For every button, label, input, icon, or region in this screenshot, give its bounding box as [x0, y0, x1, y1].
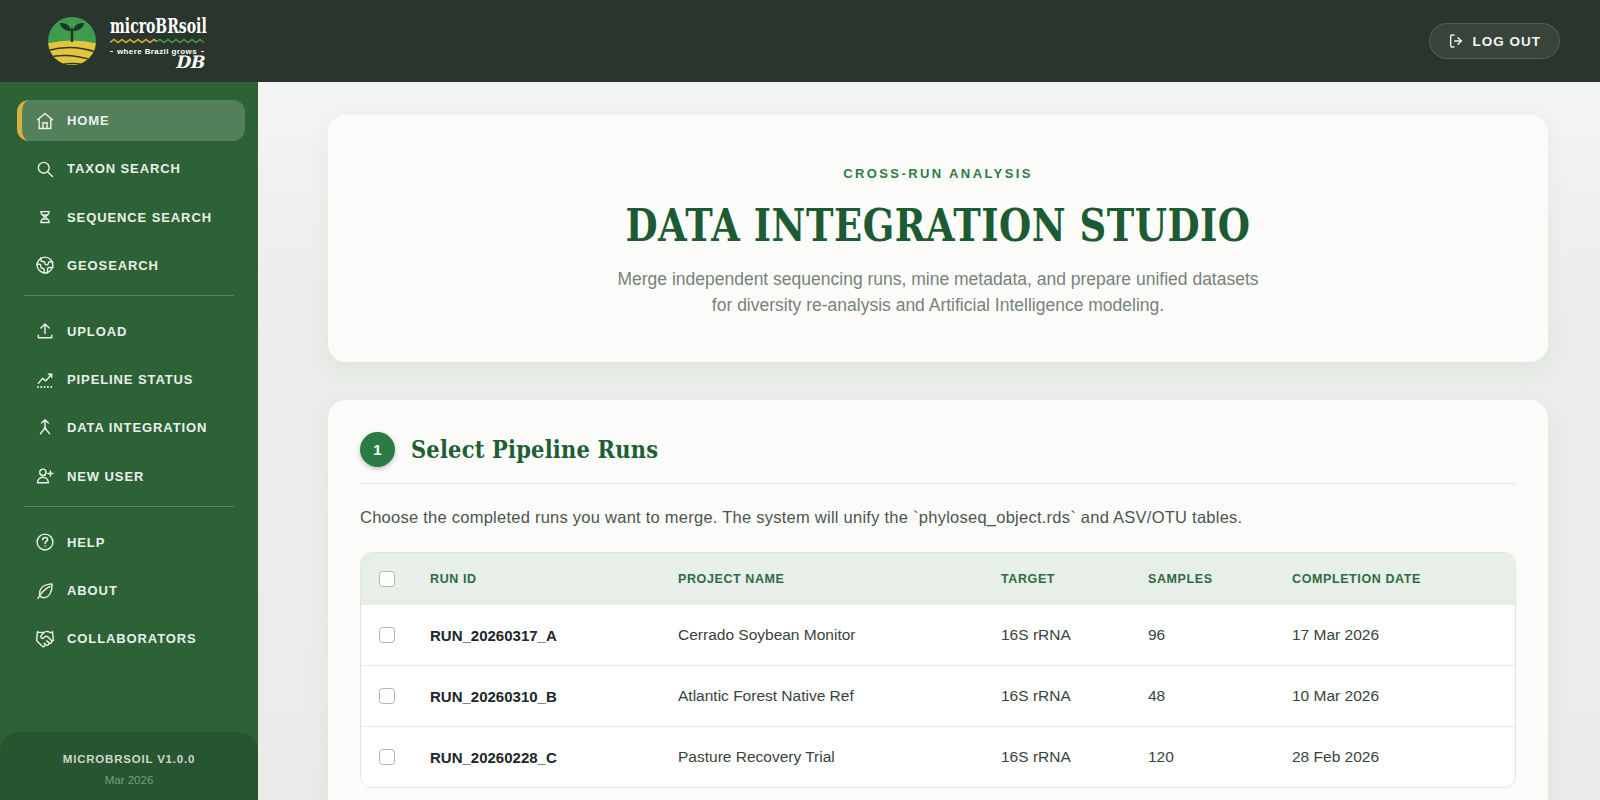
divider: [360, 483, 1516, 484]
handshake-icon: [35, 629, 55, 649]
globe-icon: [35, 255, 55, 275]
upload-icon: [35, 321, 55, 341]
sidebar-item-geosearch[interactable]: GEOSEARCH: [17, 245, 245, 286]
hero-kicker: CROSS-RUN ANALYSIS: [328, 167, 1548, 181]
sidebar-item-label: ABOUT: [67, 583, 118, 598]
user-plus-icon: [35, 466, 55, 486]
leaf-icon: [35, 581, 55, 601]
run-samples: 120: [1132, 748, 1276, 766]
sidebar-item-help[interactable]: HELP: [17, 522, 245, 563]
sidebar-item-label: GEOSEARCH: [67, 258, 159, 273]
sidebar-divider: [24, 506, 234, 507]
run-id: RUN_20260310_B: [414, 688, 662, 705]
run-id: RUN_20260228_C: [414, 749, 662, 766]
sidebar-item-label: HELP: [67, 535, 105, 550]
run-project: Cerrado Soybean Monitor: [662, 626, 985, 644]
sidebar-item-data-integration[interactable]: DATA INTEGRATION: [17, 407, 245, 448]
top-bar: microBRsoil where Brazil grows DB LOG OU…: [0, 0, 1600, 82]
logo-wave: [110, 38, 204, 44]
search-icon: [35, 159, 55, 179]
run-target: 16S rRNA: [985, 748, 1132, 766]
chart-icon: [35, 370, 55, 390]
run-date: 28 Feb 2026: [1276, 748, 1515, 766]
col-project-name: PROJECT NAME: [662, 572, 985, 586]
sidebar-item-label: TAXON SEARCH: [67, 161, 181, 176]
sidebar-item-label: HOME: [67, 113, 110, 128]
run-project: Pasture Recovery Trial: [662, 748, 985, 766]
run-target: 16S rRNA: [985, 687, 1132, 705]
step-title: Select Pipeline Runs: [411, 435, 658, 463]
step-description: Choose the completed runs you want to me…: [360, 509, 1516, 526]
help-icon: [35, 532, 55, 552]
run-checkbox[interactable]: [379, 749, 395, 765]
col-completion-date: COMPLETION DATE: [1276, 572, 1515, 586]
logout-label: LOG OUT: [1473, 34, 1542, 49]
page-title: DATA INTEGRATION STUDIO: [328, 198, 1548, 252]
app-logo: microBRsoil where Brazil grows DB: [47, 13, 204, 69]
select-all-checkbox[interactable]: [379, 571, 395, 587]
col-samples: SAMPLES: [1132, 572, 1276, 586]
step-header: 1 Select Pipeline Runs: [360, 432, 1516, 467]
brand-db: DB: [175, 55, 204, 69]
sidebar-item-about[interactable]: ABOUT: [17, 570, 245, 611]
col-run-id: RUN ID: [414, 572, 662, 586]
main-content: CROSS-RUN ANALYSIS DATA INTEGRATION STUD…: [258, 82, 1600, 800]
sidebar-item-label: PIPELINE STATUS: [67, 372, 193, 387]
sidebar-item-label: NEW USER: [67, 469, 144, 484]
run-checkbox[interactable]: [379, 688, 395, 704]
hero-subtitle: Merge independent sequencing runs, mine …: [328, 266, 1548, 318]
sidebar-item-pipeline-status[interactable]: PIPELINE STATUS: [17, 359, 245, 400]
runs-table: RUN ID PROJECT NAME TARGET SAMPLES COMPL…: [360, 552, 1516, 788]
sidebar-item-sequence-search[interactable]: SEQUENCE SEARCH: [17, 197, 245, 238]
sidebar-divider: [24, 295, 234, 296]
hero-card: CROSS-RUN ANALYSIS DATA INTEGRATION STUD…: [328, 115, 1548, 362]
home-icon: [35, 111, 55, 131]
sidebar-item-upload[interactable]: UPLOAD: [17, 311, 245, 352]
sidebar-footer: MICROBRSOIL V1.0.0 Mar 2026: [0, 732, 258, 800]
run-date: 17 Mar 2026: [1276, 626, 1515, 644]
logout-button[interactable]: LOG OUT: [1429, 23, 1561, 59]
run-row: RUN_20260228_CPasture Recovery Trial16S …: [361, 726, 1515, 787]
dna-icon: [35, 207, 55, 227]
run-row: RUN_20260317_ACerrado Soybean Monitor16S…: [361, 604, 1515, 665]
sidebar-item-label: COLLABORATORS: [67, 631, 197, 646]
run-date: 10 Mar 2026: [1276, 687, 1515, 705]
sidebar: HOME TAXON SEARCH SEQUENCE SEARCH GEOSEARCH…: [0, 82, 258, 800]
step-number-badge: 1: [360, 432, 395, 467]
sidebar-item-new-user[interactable]: NEW USER: [17, 456, 245, 497]
sidebar-item-home[interactable]: HOME: [17, 100, 245, 141]
sidebar-nav: HOME TAXON SEARCH SEQUENCE SEARCH GEOSEARCH…: [0, 100, 258, 667]
brand-name: microBRsoil: [110, 17, 176, 36]
table-header-row: RUN ID PROJECT NAME TARGET SAMPLES COMPL…: [361, 553, 1515, 604]
sidebar-item-label: SEQUENCE SEARCH: [67, 210, 212, 225]
run-samples: 96: [1132, 626, 1276, 644]
sidebar-item-label: DATA INTEGRATION: [67, 420, 207, 435]
run-target: 16S rRNA: [985, 626, 1132, 644]
run-checkbox[interactable]: [379, 627, 395, 643]
run-project: Atlantic Forest Native Ref: [662, 687, 985, 705]
run-row: RUN_20260310_BAtlantic Forest Native Ref…: [361, 665, 1515, 726]
sidebar-item-collaborators[interactable]: COLLABORATORS: [17, 618, 245, 659]
run-id: RUN_20260317_A: [414, 627, 662, 644]
sidebar-item-label: UPLOAD: [67, 324, 127, 339]
run-samples: 48: [1132, 687, 1276, 705]
app-version-date: Mar 2026: [0, 774, 258, 786]
col-target: TARGET: [985, 572, 1132, 586]
app-version: MICROBRSOIL V1.0.0: [0, 752, 258, 766]
logo-icon: [47, 16, 97, 66]
sidebar-item-taxon-search[interactable]: TAXON SEARCH: [17, 148, 245, 189]
select-runs-card: 1 Select Pipeline Runs Choose the comple…: [328, 400, 1548, 800]
merge-icon: [35, 418, 55, 438]
logout-icon: [1448, 33, 1464, 49]
